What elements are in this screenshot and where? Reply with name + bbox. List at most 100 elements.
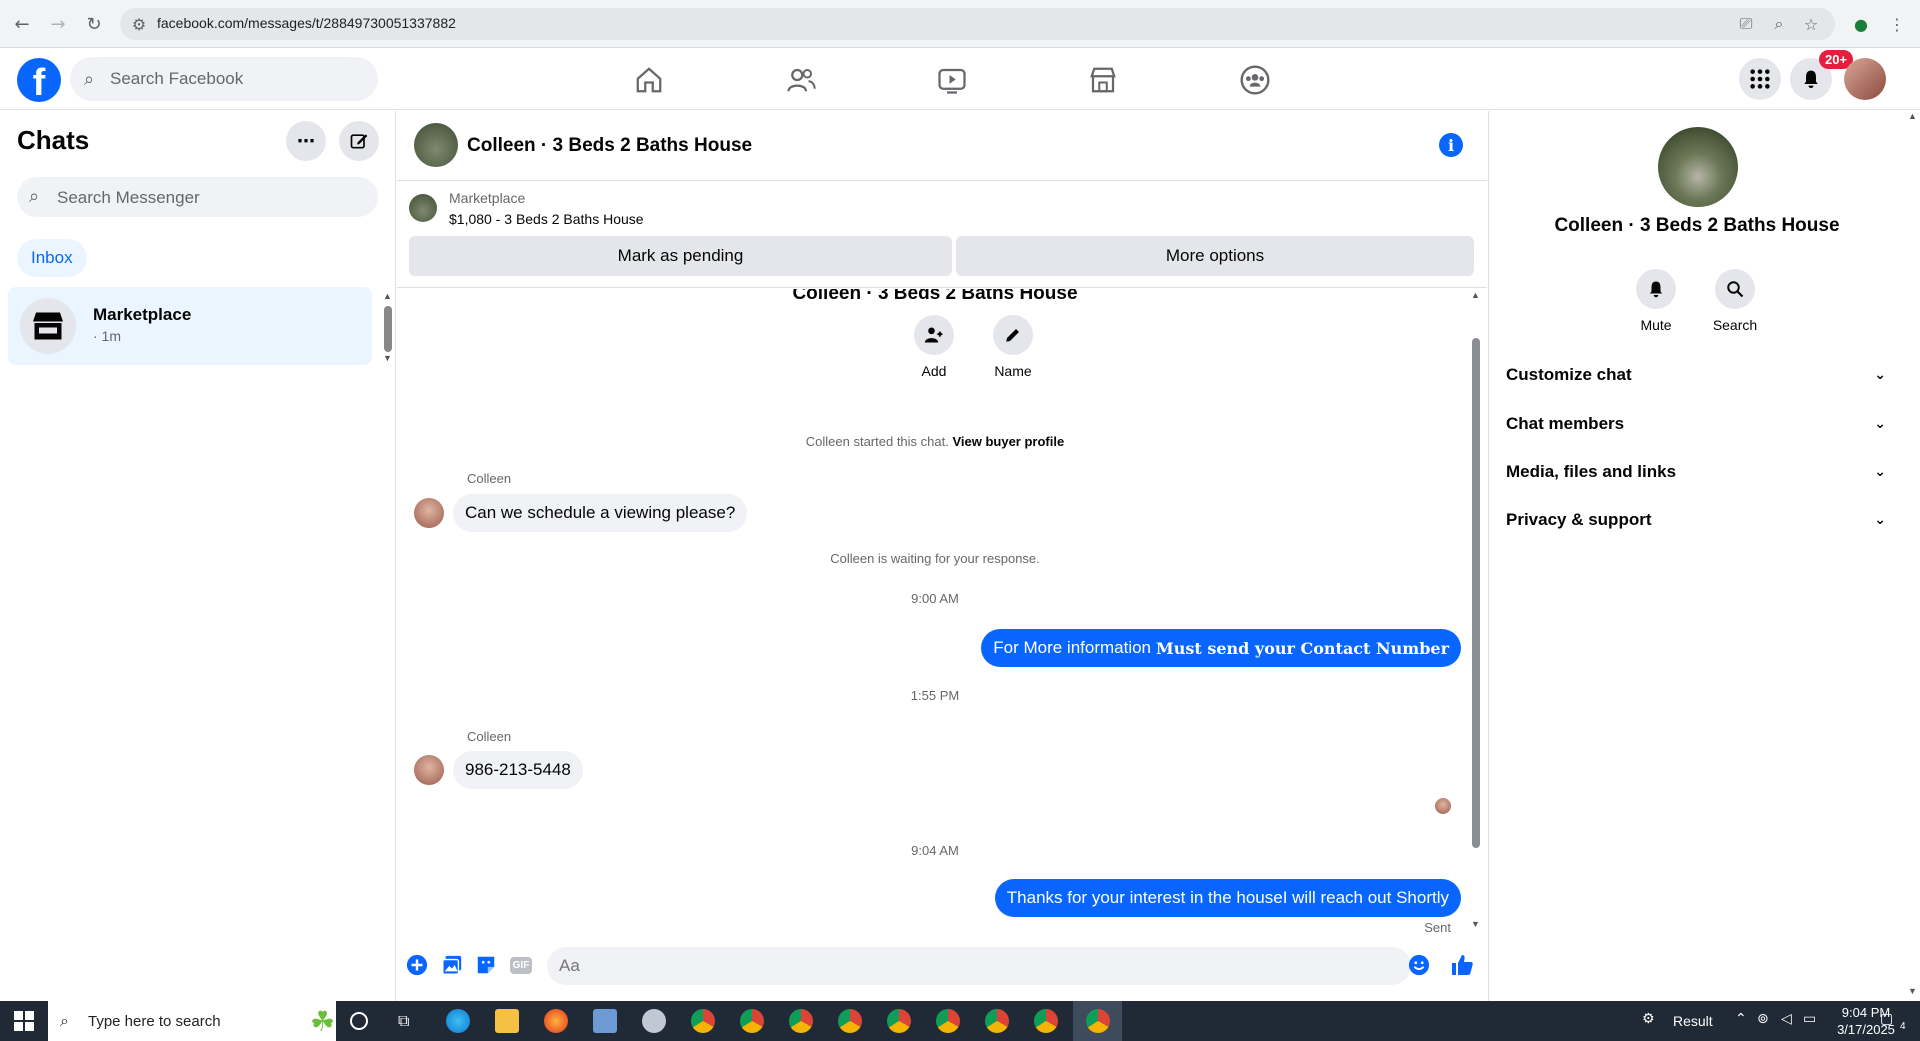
reload-icon[interactable]: ↻ xyxy=(82,12,106,36)
site-info-icon[interactable]: ⚙ xyxy=(128,13,150,35)
home-icon[interactable] xyxy=(631,62,667,98)
edge-icon[interactable] xyxy=(446,1009,470,1033)
conversation-avatar[interactable] xyxy=(414,123,458,167)
more-options-button[interactable]: More options xyxy=(956,236,1474,276)
mark-as-pending-button[interactable]: Mark as pending xyxy=(409,236,952,276)
paint-icon[interactable] xyxy=(642,1009,666,1033)
scroll-down-arrow[interactable]: ▼ xyxy=(383,353,392,363)
listing-title[interactable]: $1,080 - 3 Beds 2 Baths House xyxy=(449,211,644,227)
gif-icon[interactable]: GIF xyxy=(508,953,534,977)
menu-kebab-icon[interactable]: ⋮ xyxy=(1886,13,1908,35)
marketplace-icon[interactable] xyxy=(1085,62,1121,98)
notification-count: 4 xyxy=(1900,1021,1906,1032)
sender-avatar[interactable] xyxy=(414,755,444,785)
menu-grid-icon[interactable] xyxy=(1739,58,1781,100)
install-app-icon[interactable]: ⎚ xyxy=(1735,13,1757,35)
result-label[interactable]: Result xyxy=(1673,1013,1713,1029)
bell-icon xyxy=(1636,269,1676,309)
section-chat-members[interactable]: Chat members ⌄ xyxy=(1506,406,1886,442)
facebook-search[interactable]: ⌕ Search Facebook xyxy=(70,57,378,101)
zoom-icon[interactable]: ⌕ xyxy=(1768,13,1790,35)
chat-list-item[interactable]: Marketplace · 1m xyxy=(8,287,372,365)
sender-avatar[interactable] xyxy=(414,498,444,528)
sticker-icon[interactable] xyxy=(474,953,498,977)
app-icon[interactable] xyxy=(593,1009,617,1033)
friends-icon[interactable] xyxy=(783,62,819,98)
sidebar-scrollbar[interactable] xyxy=(384,306,392,352)
result-icon[interactable]: ⚙ xyxy=(1642,1011,1655,1027)
message-thread: Colleen · 3 Beds 2 Baths House Add Name … xyxy=(397,289,1487,934)
incoming-message[interactable]: Can we schedule a viewing please? xyxy=(453,494,748,532)
scroll-down-arrow[interactable]: ▼ xyxy=(1908,986,1917,996)
section-media-files-links[interactable]: Media, files and links ⌄ xyxy=(1506,454,1886,490)
new-message-icon[interactable] xyxy=(339,121,379,161)
mute-action[interactable]: Mute xyxy=(1616,269,1696,333)
inbox-filter-tab[interactable]: Inbox xyxy=(17,239,87,277)
windows-start-icon[interactable] xyxy=(14,1011,34,1031)
search-action[interactable]: Search xyxy=(1695,269,1775,333)
chrome-icon[interactable] xyxy=(838,1009,862,1033)
chrome-icon[interactable] xyxy=(789,1009,813,1033)
cortana-icon[interactable] xyxy=(350,1012,368,1030)
profile-icon[interactable]: ● xyxy=(1850,13,1872,35)
scroll-up-arrow[interactable]: ▲ xyxy=(383,291,392,301)
thumbs-up-icon[interactable] xyxy=(1450,953,1474,977)
outgoing-message[interactable]: For More information Must send your Cont… xyxy=(981,629,1461,667)
outgoing-message[interactable]: Thanks for your interest in the houseI w… xyxy=(994,879,1461,917)
messenger-search[interactable]: ⌕ Search Messenger xyxy=(17,177,378,217)
sent-status: Sent xyxy=(1424,920,1451,934)
section-customize-chat[interactable]: Customize chat ⌄ xyxy=(1506,357,1886,393)
facebook-logo[interactable]: f xyxy=(17,58,61,102)
file-explorer-icon[interactable] xyxy=(495,1009,519,1033)
chrome-icon[interactable] xyxy=(887,1009,911,1033)
photo-icon[interactable] xyxy=(440,953,464,977)
section-privacy-support[interactable]: Privacy & support ⌄ xyxy=(1506,502,1886,538)
display-icon[interactable]: ▭ xyxy=(1803,1011,1816,1027)
chrome-icon[interactable] xyxy=(740,1009,764,1033)
action-center-icon[interactable]: ▢ xyxy=(1880,1011,1893,1027)
video-icon[interactable] xyxy=(934,62,970,98)
message-input[interactable] xyxy=(547,947,1411,985)
chrome-icon[interactable] xyxy=(985,1009,1009,1033)
details-avatar[interactable] xyxy=(1658,127,1738,207)
volume-icon[interactable]: ◁ xyxy=(1781,1011,1792,1027)
network-icon[interactable]: ⊚ xyxy=(1757,1011,1769,1027)
details-name: Colleen · 3 Beds 2 Baths House xyxy=(1554,215,1840,236)
taskbar-search[interactable]: ⌕ Type here to search ☘ xyxy=(48,1001,336,1041)
chrome-icon[interactable] xyxy=(691,1009,715,1033)
firefox-icon[interactable] xyxy=(544,1009,568,1033)
info-icon[interactable]: i xyxy=(1439,133,1463,157)
message-composer: GIF xyxy=(397,939,1487,991)
chat-item-time: · 1m xyxy=(93,328,121,344)
listing-thumbnail[interactable] xyxy=(409,194,437,222)
facebook-logo-letter: f xyxy=(32,62,46,102)
chrome-icon[interactable] xyxy=(936,1009,960,1033)
conversation-header: Colleen · 3 Beds 2 Baths House i xyxy=(397,111,1487,181)
chevron-down-icon: ⌄ xyxy=(1874,512,1886,528)
account-avatar[interactable] xyxy=(1844,58,1886,100)
name-action[interactable]: Name xyxy=(973,315,1053,379)
plus-icon[interactable] xyxy=(405,953,429,977)
scroll-up-arrow[interactable]: ▲ xyxy=(1908,111,1917,121)
conversation-title[interactable]: Colleen · 3 Beds 2 Baths House xyxy=(467,135,752,157)
pencil-icon xyxy=(993,315,1033,355)
scroll-up-arrow[interactable]: ▲ xyxy=(1471,290,1480,300)
back-icon[interactable]: ← xyxy=(10,12,34,36)
incoming-message[interactable]: 986-213-5448 xyxy=(453,751,583,789)
scroll-down-arrow[interactable]: ▼ xyxy=(1471,919,1480,929)
chrome-icon[interactable] xyxy=(1034,1009,1058,1033)
emoji-icon[interactable] xyxy=(1407,953,1431,977)
chat-started-text: Colleen started this chat. xyxy=(805,434,949,449)
bookmark-star-icon[interactable]: ☆ xyxy=(1800,13,1822,35)
tray-chevron-icon[interactable]: ⌃ xyxy=(1735,1011,1747,1027)
groups-icon[interactable] xyxy=(1237,62,1273,98)
outgoing-message-bold: Must send your Contact Number xyxy=(1156,638,1449,658)
active-taskbar-item[interactable] xyxy=(1073,1001,1122,1041)
clover-icon: ☘ xyxy=(310,1005,336,1038)
task-view-icon[interactable]: ⧉ xyxy=(398,1011,409,1031)
view-buyer-profile-link[interactable]: View buyer profile xyxy=(952,434,1064,449)
more-options-icon[interactable]: ⋯ xyxy=(286,121,326,161)
thread-scrollbar[interactable] xyxy=(1472,338,1480,848)
forward-icon[interactable]: → xyxy=(46,12,70,36)
add-action[interactable]: Add xyxy=(894,315,974,379)
